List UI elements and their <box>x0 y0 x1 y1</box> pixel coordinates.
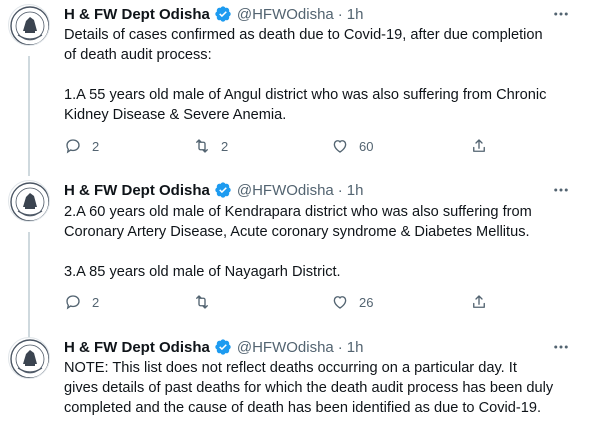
odisha-emblem-icon <box>10 182 49 221</box>
retweet-icon <box>196 295 208 309</box>
author-name[interactable]: H & FW Dept Odisha <box>64 182 210 199</box>
odisha-emblem-icon <box>10 339 49 378</box>
reply-count: 2 <box>92 138 100 154</box>
thread-line <box>28 232 30 338</box>
more-options-icon[interactable] <box>550 338 572 356</box>
tweet-paragraph: 3.A 85 years old male of Nayagarh Distri… <box>64 264 341 280</box>
tweet-paragraph: Details of cases confirmed as death due … <box>64 27 543 63</box>
retweet-icon <box>196 139 208 153</box>
reply-button[interactable]: 2 <box>64 137 99 155</box>
verified-badge-icon <box>214 181 232 199</box>
thread-line <box>28 56 30 176</box>
tweet-header: H & FW Dept Odisha @HFWOdisha · 1h <box>64 180 363 200</box>
share-icon <box>473 295 485 308</box>
tweet-paragraph: 2.A 60 years old male of Kendrapara dist… <box>64 204 532 240</box>
like-icon <box>333 140 347 153</box>
tweet-text: NOTE: This list does not reflect deaths … <box>64 358 574 418</box>
timestamp[interactable]: 1h <box>347 339 364 356</box>
share-button[interactable] <box>470 137 488 155</box>
like-count: 26 <box>359 294 374 310</box>
share-icon <box>473 139 485 152</box>
retweet-count: 2 <box>221 138 229 154</box>
reply-icon <box>66 295 80 310</box>
avatar[interactable] <box>8 337 50 379</box>
action-bar: 2 26 <box>64 293 504 313</box>
timestamp[interactable]: 1h <box>347 6 364 23</box>
separator-dot: · <box>337 181 343 199</box>
retweet-button[interactable] <box>193 293 221 311</box>
like-button[interactable]: 60 <box>331 137 373 155</box>
author-name[interactable]: H & FW Dept Odisha <box>64 6 210 23</box>
retweet-button[interactable]: 2 <box>193 137 228 155</box>
reply-button[interactable]: 2 <box>64 293 99 311</box>
tweet-header: H & FW Dept Odisha @HFWOdisha · 1h <box>64 4 363 24</box>
reply-icon <box>66 139 80 154</box>
like-count: 60 <box>359 138 374 154</box>
tweet-header: H & FW Dept Odisha @HFWOdisha · 1h <box>64 337 363 357</box>
reply-count: 2 <box>92 294 100 310</box>
tweet-text: Details of cases confirmed as death due … <box>64 25 574 125</box>
verified-badge-icon <box>214 338 232 356</box>
more-options-icon[interactable] <box>550 181 572 199</box>
avatar[interactable] <box>8 180 50 222</box>
tweet-paragraph: 1.A 55 years old male of Angul district … <box>64 87 547 123</box>
share-button[interactable] <box>470 293 488 311</box>
separator-dot: · <box>337 338 343 356</box>
author-handle[interactable]: @HFWOdisha <box>237 182 334 199</box>
tweet-paragraph: NOTE: This list does not reflect deaths … <box>64 360 554 416</box>
like-button[interactable]: 26 <box>331 293 373 311</box>
verified-badge-icon <box>214 5 232 23</box>
separator-dot: · <box>337 5 343 23</box>
like-icon <box>333 296 347 309</box>
author-handle[interactable]: @HFWOdisha <box>237 339 334 356</box>
tweet-text: 2.A 60 years old male of Kendrapara dist… <box>64 202 574 282</box>
more-options-icon[interactable] <box>550 5 572 23</box>
author-handle[interactable]: @HFWOdisha <box>237 6 334 23</box>
avatar[interactable] <box>8 4 50 46</box>
timestamp[interactable]: 1h <box>347 182 364 199</box>
author-name[interactable]: H & FW Dept Odisha <box>64 339 210 356</box>
action-bar: 2 2 60 <box>64 137 504 157</box>
odisha-emblem-icon <box>10 6 49 45</box>
